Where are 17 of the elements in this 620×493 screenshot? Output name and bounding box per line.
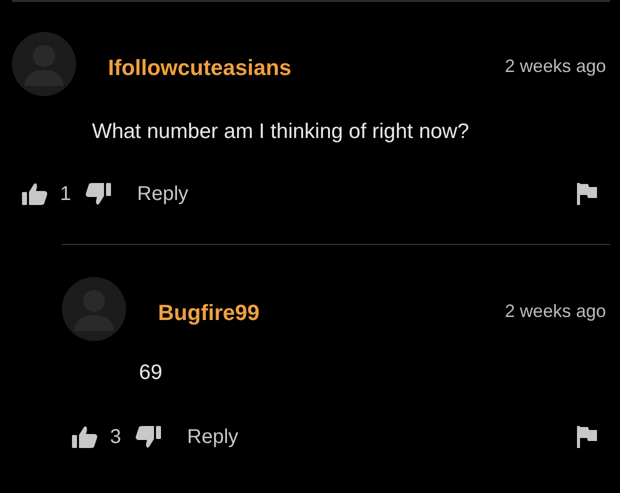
thumbs-up-icon[interactable] (72, 425, 98, 449)
thumbs-down-icon[interactable] (135, 425, 162, 449)
like-count: 1 (60, 182, 72, 206)
reply-link[interactable]: Reply (137, 182, 576, 206)
username[interactable]: Ifollowcuteasians (108, 55, 505, 81)
timestamp: 2 weeks ago (504, 56, 606, 76)
reply-link[interactable]: Reply (187, 426, 576, 448)
username[interactable]: Bugfire99 (158, 300, 505, 326)
comment-text: What number am I thinking of right now? (92, 120, 470, 144)
thumbs-down-icon[interactable] (85, 182, 112, 206)
comment-text: 69 (139, 361, 164, 385)
thumbs-up-icon[interactable] (22, 182, 48, 206)
flag-icon[interactable] (576, 425, 598, 449)
avatar-icon (62, 277, 126, 341)
timestamp: 2 weeks ago (504, 300, 606, 322)
flag-icon[interactable] (576, 182, 598, 206)
like-count: 3 (110, 426, 122, 448)
